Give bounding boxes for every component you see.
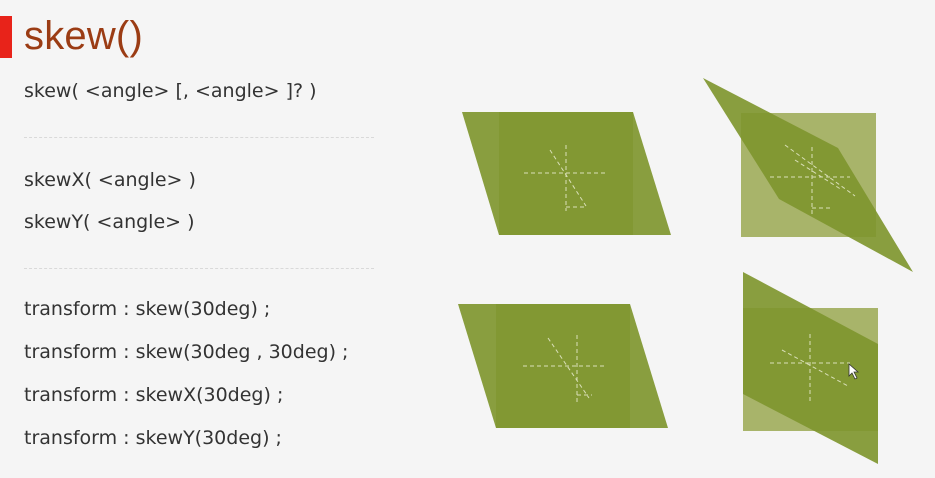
figure-skew-30deg	[462, 112, 671, 235]
transform-guides	[770, 144, 856, 214]
example-skewx-30deg: transform : skewX(30deg) ;	[24, 384, 284, 406]
skewed-shape	[703, 78, 913, 272]
original-square	[499, 112, 633, 235]
example-skew-30deg-30deg: transform : skew(30deg , 30deg) ;	[24, 341, 349, 363]
mouse-cursor-icon	[848, 363, 860, 380]
example-skew-30deg: transform : skew(30deg) ;	[24, 298, 271, 320]
skewed-shape	[743, 272, 878, 464]
divider-1	[24, 137, 374, 138]
slide: skew() skew( <angle> [, <angle> ]? ) ske…	[0, 0, 935, 478]
figure-skewy-30deg	[743, 272, 878, 464]
figure-skew-30deg-30deg	[703, 78, 913, 272]
divider-2	[24, 268, 374, 269]
example-skewy-30deg: transform : skewY(30deg) ;	[24, 427, 282, 449]
original-square	[743, 308, 878, 431]
transform-guides	[523, 335, 605, 405]
original-square	[741, 113, 876, 237]
transform-guides	[524, 145, 605, 211]
skewed-shape	[458, 304, 668, 428]
syntax-skewx: skewX( <angle> )	[24, 169, 196, 191]
skew-illustrations	[458, 78, 913, 464]
syntax-skew: skew( <angle> [, <angle> ]? )	[24, 80, 317, 102]
skewed-shape	[462, 112, 671, 235]
transform-guides	[770, 334, 850, 401]
slide-title: skew()	[24, 14, 143, 58]
figure-skewx-30deg	[458, 304, 668, 428]
original-square	[496, 304, 630, 428]
syntax-skewy: skewY( <angle> )	[24, 211, 195, 233]
title-accent-bar	[0, 16, 12, 58]
